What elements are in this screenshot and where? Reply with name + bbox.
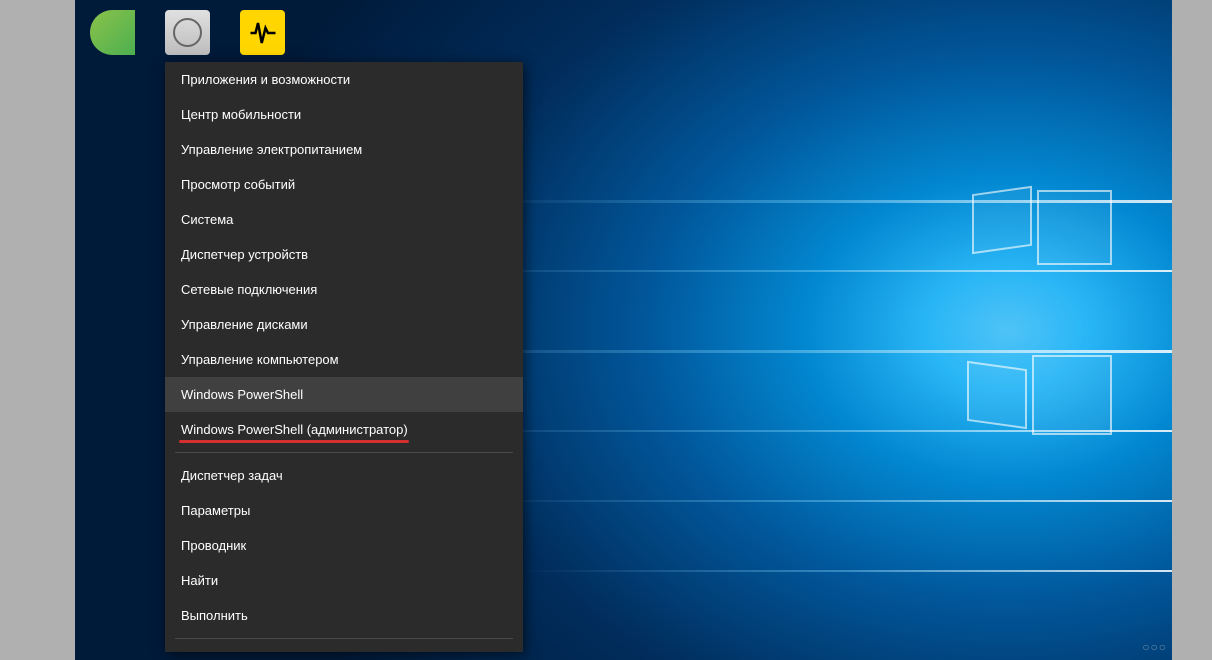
menu-item-apps-features[interactable]: Приложения и возможности bbox=[165, 62, 523, 97]
menu-item-power-options[interactable]: Управление электропитанием bbox=[165, 132, 523, 167]
menu-item-mobility-center[interactable]: Центр мобильности bbox=[165, 97, 523, 132]
menu-item-label: Управление компьютером bbox=[181, 352, 339, 367]
wallpaper-square bbox=[967, 361, 1027, 429]
light-beam bbox=[522, 570, 1172, 572]
menu-item-powershell-admin[interactable]: Windows PowerShell (администратор) bbox=[165, 412, 523, 447]
menu-item-label: Сетевые подключения bbox=[181, 282, 317, 297]
wallpaper-square bbox=[972, 186, 1032, 254]
menu-item-label: Приложения и возможности bbox=[181, 72, 350, 87]
menu-item-label: Управление дисками bbox=[181, 317, 308, 332]
menu-item-label: Параметры bbox=[181, 503, 250, 518]
outer-frame-right bbox=[1172, 0, 1212, 660]
menu-separator bbox=[175, 452, 513, 453]
menu-item-task-manager[interactable]: Диспетчер задач bbox=[165, 458, 523, 493]
menu-item-label: Найти bbox=[181, 573, 218, 588]
menu-item-event-viewer[interactable]: Просмотр событий bbox=[165, 167, 523, 202]
menu-item-settings[interactable]: Параметры bbox=[165, 493, 523, 528]
desktop-icon-app2[interactable] bbox=[165, 10, 210, 55]
menu-item-label: Диспетчер устройств bbox=[181, 247, 308, 262]
menu-item-device-manager[interactable]: Диспетчер устройств bbox=[165, 237, 523, 272]
menu-item-label: Управление электропитанием bbox=[181, 142, 362, 157]
menu-item-label: Центр мобильности bbox=[181, 107, 301, 122]
menu-item-label: Выполнить bbox=[181, 608, 248, 623]
watermark: ○○○ bbox=[1142, 640, 1167, 654]
pulse-icon bbox=[248, 18, 278, 48]
menu-item-powershell[interactable]: Windows PowerShell bbox=[165, 377, 523, 412]
menu-item-label: Просмотр событий bbox=[181, 177, 295, 192]
menu-item-label: Windows PowerShell (администратор) bbox=[181, 422, 408, 437]
desktop[interactable]: Приложения и возможности Центр мобильнос… bbox=[75, 0, 1172, 660]
menu-item-run[interactable]: Выполнить bbox=[165, 598, 523, 633]
menu-item-network-connections[interactable]: Сетевые подключения bbox=[165, 272, 523, 307]
menu-item-label: Система bbox=[181, 212, 233, 227]
desktop-icon-app3[interactable] bbox=[240, 10, 285, 55]
menu-item-label: Диспетчер задач bbox=[181, 468, 283, 483]
light-beam bbox=[422, 270, 1172, 272]
light-beam bbox=[472, 500, 1172, 502]
wallpaper-square bbox=[1032, 355, 1112, 435]
menu-item-search[interactable]: Найти bbox=[165, 563, 523, 598]
outer-frame-left bbox=[0, 0, 75, 660]
menu-item-label: Windows PowerShell bbox=[181, 387, 303, 402]
desktop-icons-row bbox=[90, 10, 285, 55]
menu-item-file-explorer[interactable]: Проводник bbox=[165, 528, 523, 563]
winx-context-menu: Приложения и возможности Центр мобильнос… bbox=[165, 62, 523, 652]
menu-item-computer-management[interactable]: Управление компьютером bbox=[165, 342, 523, 377]
desktop-icon-app1[interactable] bbox=[90, 10, 135, 55]
menu-item-system[interactable]: Система bbox=[165, 202, 523, 237]
menu-separator bbox=[175, 638, 513, 639]
wallpaper-square bbox=[1037, 190, 1112, 265]
menu-item-label: Проводник bbox=[181, 538, 246, 553]
menu-item-disk-management[interactable]: Управление дисками bbox=[165, 307, 523, 342]
